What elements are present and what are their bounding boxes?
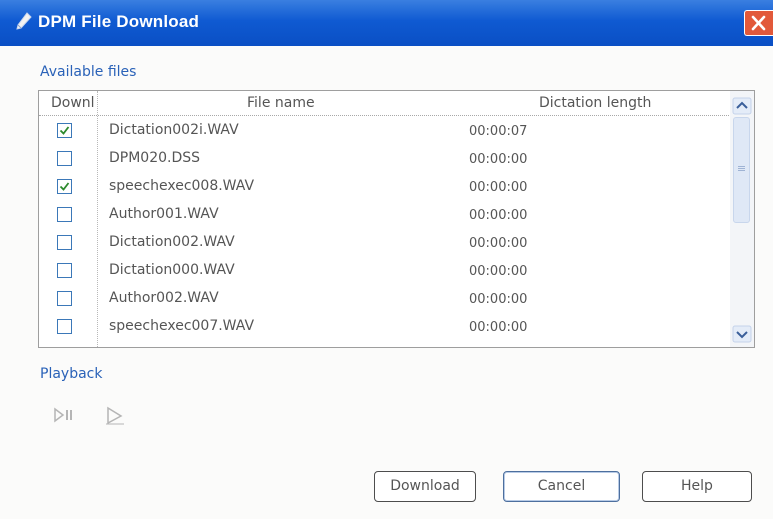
column-header-file-name[interactable]: File name xyxy=(247,95,315,111)
file-name-cell: speechexec007.WAV xyxy=(109,318,255,334)
window-title: DPM File Download xyxy=(38,12,200,31)
close-icon xyxy=(751,15,766,31)
file-name-cell: Dictation002.WAV xyxy=(109,234,235,250)
scroll-thumb[interactable] xyxy=(733,117,750,223)
file-row[interactable]: Author002.WAV 00:00:00 xyxy=(39,287,729,315)
help-button[interactable]: Help xyxy=(642,471,752,502)
playback-label: Playback xyxy=(40,366,103,382)
file-row-partial[interactable] xyxy=(39,343,729,348)
file-row[interactable]: speechexec007.WAV 00:00:00 xyxy=(39,315,729,343)
file-list[interactable]: Downl File name Dictation length Dictati… xyxy=(38,90,755,348)
play-icon[interactable] xyxy=(104,405,128,425)
file-name-cell: Dictation002i.WAV xyxy=(109,122,239,138)
checkmark-icon xyxy=(59,182,70,191)
file-row[interactable]: DPM020.DSS 00:00:00 xyxy=(39,147,729,175)
column-header-download[interactable]: Downl xyxy=(51,95,95,111)
file-row[interactable]: Dictation002.WAV 00:00:00 xyxy=(39,231,729,259)
dictation-length-cell: 00:00:00 xyxy=(469,152,528,167)
download-checkbox[interactable] xyxy=(57,123,72,138)
dictation-length-cell: 00:00:00 xyxy=(469,264,528,279)
scroll-up-icon[interactable] xyxy=(732,97,752,115)
file-row[interactable]: Dictation000.WAV 00:00:00 xyxy=(39,259,729,287)
file-row[interactable]: speechexec008.WAV 00:00:00 xyxy=(39,175,729,203)
download-checkbox[interactable] xyxy=(57,291,72,306)
play-pause-icon[interactable] xyxy=(52,405,76,425)
file-name-cell: Dictation000.WAV xyxy=(109,262,235,278)
file-row[interactable]: Dictation002i.WAV 00:00:07 xyxy=(39,119,729,147)
file-name-cell: DPM020.DSS xyxy=(109,150,201,166)
scroll-down-icon[interactable] xyxy=(732,325,752,343)
list-header: Downl File name Dictation length xyxy=(39,91,729,116)
pen-icon xyxy=(16,12,32,30)
dictation-length-cell: 00:00:00 xyxy=(469,208,528,223)
download-checkbox[interactable] xyxy=(57,235,72,250)
checkmark-icon xyxy=(59,126,70,135)
dictation-length-cell: 00:00:00 xyxy=(469,292,528,307)
download-checkbox[interactable] xyxy=(57,263,72,278)
scroll-grip-icon xyxy=(738,166,745,167)
available-files-label: Available files xyxy=(40,64,137,80)
column-header-dictation-length[interactable]: Dictation length xyxy=(539,95,651,111)
download-checkbox[interactable] xyxy=(57,151,72,166)
vertical-scrollbar[interactable] xyxy=(730,91,754,347)
download-checkbox[interactable] xyxy=(57,319,72,334)
close-button[interactable] xyxy=(744,10,773,36)
dpm-file-download-dialog: DPM File Download Available files Downl … xyxy=(0,0,773,519)
download-button[interactable]: Download xyxy=(374,471,476,502)
file-row[interactable]: Author001.WAV 00:00:00 xyxy=(39,203,729,231)
title-bar[interactable]: DPM File Download xyxy=(0,0,773,46)
dictation-length-cell: 00:00:07 xyxy=(469,124,528,139)
file-name-cell: Author001.WAV xyxy=(109,206,219,222)
dictation-length-cell: 00:00:00 xyxy=(469,236,528,251)
file-name-cell: Author002.WAV xyxy=(109,290,219,306)
cancel-button[interactable]: Cancel xyxy=(503,471,620,502)
download-checkbox[interactable] xyxy=(57,207,72,222)
dictation-length-cell: 00:00:00 xyxy=(469,320,528,335)
download-checkbox[interactable] xyxy=(57,347,72,348)
file-name-cell: speechexec008.WAV xyxy=(109,178,255,194)
dictation-length-cell: 00:00:00 xyxy=(469,180,528,195)
download-checkbox[interactable] xyxy=(57,179,72,194)
